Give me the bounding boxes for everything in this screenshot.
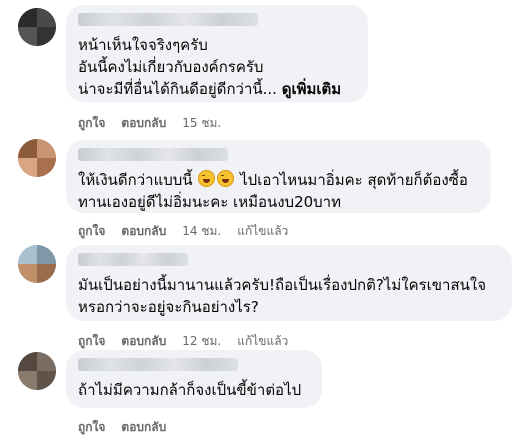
commenter-name[interactable] — [78, 253, 188, 266]
timestamp[interactable]: 15 ชม. — [182, 114, 221, 133]
reply-button[interactable]: ตอบกลับ — [121, 332, 166, 351]
comment-line: ถ้าไม่มีความกล้าก็จงเป็นขี้ข้าต่อไป — [78, 381, 302, 399]
edited-label[interactable]: แก้ไขแล้ว — [237, 332, 288, 351]
comment-actions: ถูกใจ ตอบกลับ 12 ชม. แก้ไขแล้ว — [78, 332, 288, 351]
laughing-emoji-icon — [217, 170, 235, 187]
comment-item: มันเป็นอย่างนี้มานานแล้วครับ!ถือเป็นเรื่… — [0, 245, 525, 350]
like-button[interactable]: ถูกใจ — [78, 418, 105, 437]
comment-line: น่าจะมีที่อื่นได้กินดีอยู่ดีกว่านี้... ด… — [78, 78, 356, 100]
edited-label[interactable]: แก้ไขแล้ว — [237, 222, 288, 241]
timestamp[interactable]: 14 ชม. — [182, 222, 221, 241]
comment-bubble: มันเป็นอย่างนี้มานานแล้วครับ!ถือเป็นเรื่… — [66, 245, 512, 321]
comment-item: ให้เงินดีกว่าแบบนี้ ไปเอาไหนมาอิ่มคะ สุด… — [0, 135, 525, 245]
like-button[interactable]: ถูกใจ — [78, 114, 105, 133]
avatar[interactable] — [18, 245, 56, 283]
comment-line-text: ให้เงินดีกว่าแบบนี้ — [78, 171, 193, 189]
like-button[interactable]: ถูกใจ — [78, 222, 105, 241]
reply-button[interactable]: ตอบกลับ — [121, 222, 166, 241]
comment-actions: ถูกใจ ตอบกลับ — [78, 418, 166, 437]
reply-button[interactable]: ตอบกลับ — [121, 114, 166, 133]
comment-line: ทานเองอยู่ดีไม่อิ่มนะคะ เหมือนงบ20บาท — [78, 193, 341, 211]
commenter-name[interactable] — [78, 13, 258, 26]
like-button[interactable]: ถูกใจ — [78, 332, 105, 351]
commenter-name[interactable] — [78, 148, 228, 161]
avatar[interactable] — [18, 139, 56, 177]
timestamp[interactable]: 12 ชม. — [182, 332, 221, 351]
comment-actions: ถูกใจ ตอบกลับ 14 ชม. แก้ไขแล้ว — [78, 222, 288, 241]
comment-bubble: ให้เงินดีกว่าแบบนี้ ไปเอาไหนมาอิ่มคะ สุด… — [66, 140, 491, 213]
avatar[interactable] — [18, 352, 56, 390]
avatar[interactable] — [18, 8, 56, 46]
comment-line-text: น่าจะมีที่อื่นได้กินดีอยู่ดีกว่านี้... — [78, 80, 277, 98]
comment-line-text: ไปเอาไหนมาอิ่มคะ สุดท้ายก็ต้องซื้อ — [240, 171, 468, 189]
comment-line: หน้าเห็นใจจริงๆครับ — [78, 36, 208, 54]
reply-button[interactable]: ตอบกลับ — [121, 418, 166, 437]
comment-item: ถ้าไม่มีความกล้าก็จงเป็นขี้ข้าต่อไป ถูกใ… — [0, 350, 525, 439]
comment-line: หรอกว่าจะอยู่จะกินอย่างไร? — [78, 298, 259, 316]
comment-item: หน้าเห็นใจจริงๆครับ อันนี้คงไม่เกี่ยวกับ… — [0, 0, 525, 135]
comment-line: อันนี้คงไม่เกี่ยวกับองค์กรครับ — [78, 58, 264, 76]
see-more-link[interactable]: ดูเพิ่มเติม — [282, 80, 341, 98]
laughing-emoji-icon — [198, 170, 216, 187]
comment-line: มันเป็นอย่างนี้มานานแล้วครับ!ถือเป็นเรื่… — [78, 276, 486, 294]
commenter-name[interactable] — [78, 358, 238, 371]
comment-actions: ถูกใจ ตอบกลับ 15 ชม. — [78, 114, 221, 133]
comment-bubble: ถ้าไม่มีความกล้าก็จงเป็นขี้ข้าต่อไป — [66, 350, 322, 408]
comment-line: ให้เงินดีกว่าแบบนี้ ไปเอาไหนมาอิ่มคะ สุด… — [78, 169, 479, 191]
comment-bubble: หน้าเห็นใจจริงๆครับ อันนี้คงไม่เกี่ยวกับ… — [66, 5, 368, 102]
